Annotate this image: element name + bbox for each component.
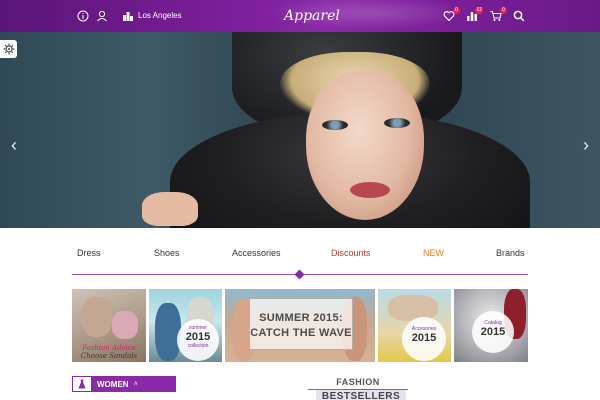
wave-title-line-2: CATCH THE WAVE [250, 327, 352, 339]
nav-item-dress[interactable]: Dress [77, 246, 101, 260]
banner-accessories[interactable]: Accesories 2015 [378, 289, 451, 362]
dress-icon [73, 377, 91, 391]
hero-slider[interactable]: ‹ › [0, 32, 600, 228]
summer-year: 2015 [185, 331, 211, 343]
nav-item-shoes[interactable]: Shoes [154, 246, 180, 260]
accessories-badge: Accesories 2015 [402, 317, 446, 361]
banner-catch-the-wave[interactable]: SUMMER 2015: CATCH THE WAVE [225, 289, 375, 362]
hero-image-lips [350, 182, 390, 198]
nav-item-new[interactable]: NEW [423, 246, 444, 260]
caret-up-icon: ˄ [133, 380, 138, 388]
city-icon [122, 10, 134, 22]
page: Los Angeles Apparel 0 12 0 ‹ › Dress Sho… [0, 0, 600, 400]
nav-item-discounts[interactable]: Discounts [331, 246, 371, 260]
city-label[interactable]: Los Angeles [138, 10, 182, 22]
cart-badge: 0 [500, 7, 507, 14]
accessories-year: 2015 [411, 332, 437, 344]
collection-label: collection [187, 343, 209, 349]
nav-active-indicator [294, 269, 305, 280]
arrow-left-icon[interactable]: ‹ [8, 136, 20, 154]
banner-catalog[interactable]: Catalog 2015 [454, 289, 528, 362]
banner-image-legs [82, 297, 112, 337]
user-icon[interactable] [96, 10, 108, 22]
banner-fashion-advice[interactable]: Fashion Advice Choose Sandals [72, 289, 146, 362]
compare-icon[interactable]: 12 [466, 7, 483, 22]
banner-advice-subtitle: Choose Sandals [80, 352, 138, 360]
women-category-button[interactable]: WOMEN ˄ [72, 376, 176, 392]
bestsellers-heading: BESTSELLERS [316, 390, 406, 400]
banner-advice-title: Fashion Advice [82, 344, 136, 352]
banner-image-sandals [112, 311, 138, 339]
catalog-year: 2015 [480, 326, 506, 338]
hero-image-left-eye [322, 120, 348, 130]
catalog-badge: Catalog 2015 [472, 311, 514, 353]
hero-image-hand [142, 192, 198, 226]
heart-icon[interactable]: 0 [443, 7, 460, 22]
fashion-heading: FASHION [336, 377, 380, 387]
compare-badge: 12 [475, 7, 483, 14]
banner-summer-collection[interactable]: summer 2015 collection [149, 289, 222, 362]
arrow-right-icon[interactable]: › [580, 136, 592, 154]
info-icon[interactable] [77, 10, 89, 22]
catch-the-wave-box: SUMMER 2015: CATCH THE WAVE [249, 298, 353, 350]
category-nav: Dress Shoes Accessories Discounts NEW Br… [72, 246, 528, 260]
top-bar: Los Angeles Apparel 0 12 0 [0, 0, 600, 32]
women-label: WOMEN [97, 379, 129, 389]
search-icon[interactable] [513, 10, 525, 22]
summer-collection-badge: summer 2015 collection [177, 319, 219, 361]
hero-image-right-eye [384, 118, 410, 128]
site-logo[interactable]: Apparel [284, 6, 340, 26]
nav-item-accessories[interactable]: Accessories [232, 246, 281, 260]
nav-item-brands[interactable]: Brands [496, 246, 525, 260]
cart-icon[interactable]: 0 [490, 7, 507, 22]
gear-icon[interactable] [0, 40, 17, 58]
wishlist-badge: 0 [453, 7, 460, 14]
header-feather-decoration [250, 0, 450, 32]
wave-title-line-1: SUMMER 2015: [259, 312, 343, 324]
